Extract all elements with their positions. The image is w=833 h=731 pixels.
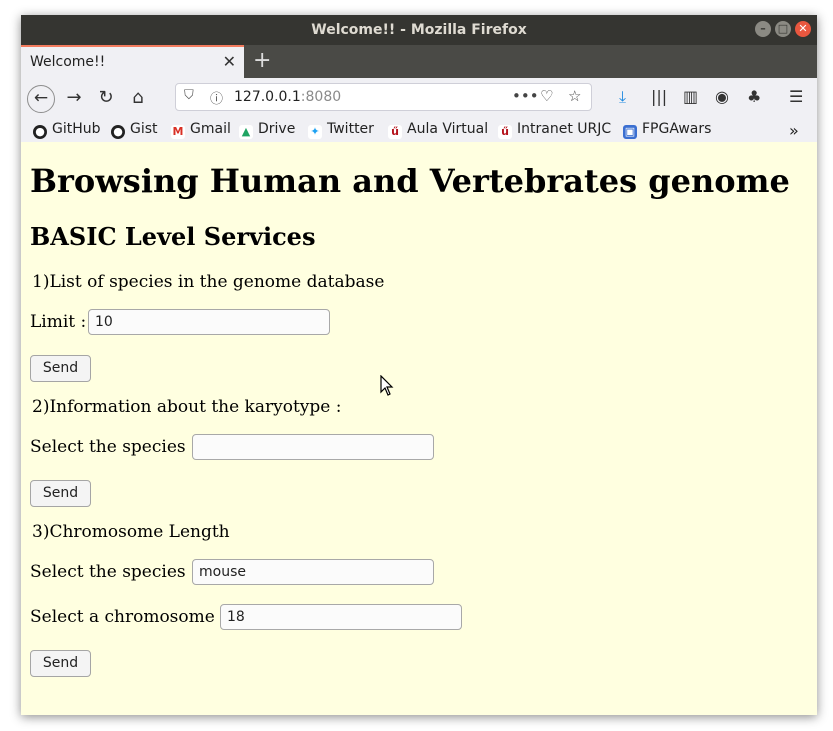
close-window-button[interactable]: ✕ xyxy=(795,21,811,37)
bookmark-drive[interactable]: ▲ Drive xyxy=(239,121,295,139)
bookmark-gist[interactable]: ● Gist xyxy=(111,121,158,139)
github-icon: ● xyxy=(33,125,47,139)
bookmark-intranet-urjc[interactable]: ű Intranet URJC xyxy=(498,121,611,139)
drive-icon: ▲ xyxy=(239,125,253,139)
limit-input[interactable]: 10 xyxy=(88,309,330,335)
tab-welcome[interactable]: Welcome!! ✕ xyxy=(21,45,244,78)
bookmark-twitter[interactable]: ✦ Twitter xyxy=(308,121,374,139)
library-icon[interactable]: ||| xyxy=(651,87,667,106)
pocket-icon[interactable]: ♡ xyxy=(540,87,553,105)
url-bar[interactable]: ⛉ ⓘ 127.0.0.1:8080 ••• ♡ ☆ xyxy=(175,83,592,111)
page-content: Browsing Human and Vertebrates genome BA… xyxy=(21,142,817,715)
chromosome-species-label: Select the species : xyxy=(30,562,197,582)
url-text[interactable]: 127.0.0.1:8080 xyxy=(234,89,341,105)
maximize-button[interactable]: □ xyxy=(775,21,791,37)
chromosome-input[interactable]: 18 xyxy=(220,604,462,630)
section3-heading: 3)Chromosome Length xyxy=(32,522,230,542)
forward-button[interactable]: → xyxy=(61,85,87,111)
limit-label: Limit : xyxy=(30,312,87,332)
twitter-icon: ✦ xyxy=(308,125,322,139)
gnome-extension-icon[interactable]: ♣ xyxy=(747,87,761,106)
window-title: Welcome!! - Mozilla Firefox xyxy=(311,22,527,38)
minimize-button[interactable]: – xyxy=(755,21,771,37)
sidebar-icon[interactable]: ▥ xyxy=(683,87,698,106)
account-icon[interactable]: ◉ xyxy=(715,87,729,106)
title-bar: Welcome!! - Mozilla Firefox – □ ✕ xyxy=(21,15,817,45)
send-button-karyotype[interactable]: Send xyxy=(30,480,91,507)
urjc-icon: ű xyxy=(388,125,402,139)
home-button[interactable]: ⌂ xyxy=(125,85,151,111)
gmail-icon: M xyxy=(171,125,185,139)
page-title: Browsing Human and Vertebrates genome xyxy=(30,162,790,200)
karyotype-species-label: Select the species : xyxy=(30,437,197,457)
chromosome-label: Select a chromosome : xyxy=(30,607,226,627)
close-tab-icon[interactable]: ✕ xyxy=(223,52,236,71)
page-subtitle: BASIC Level Services xyxy=(30,222,316,251)
chromosome-species-input[interactable]: mouse xyxy=(192,559,434,585)
menu-icon[interactable]: ☰ xyxy=(789,87,803,106)
github-icon: ● xyxy=(111,125,125,139)
bookmark-aula-virtual[interactable]: ű Aula Virtual xyxy=(388,121,488,139)
site-info-icon[interactable]: ⓘ xyxy=(210,88,223,107)
mouse-cursor-icon xyxy=(380,375,394,396)
downloads-icon[interactable]: ⤓ xyxy=(619,87,626,107)
bookmark-fpgawars[interactable]: ▣ FPGAwars xyxy=(623,121,711,139)
tracking-shield-icon[interactable]: ⛉ xyxy=(184,88,194,103)
tab-title: Welcome!! xyxy=(30,54,106,70)
bookmark-star-icon[interactable]: ☆ xyxy=(568,87,581,105)
bookmarks-toolbar: ● GitHub ● Gist M Gmail ▲ Drive ✦ Twitter ű Au… xyxy=(21,118,817,143)
reload-button[interactable]: ↻ xyxy=(93,85,119,111)
urjc-icon: ű xyxy=(498,125,512,139)
tab-strip: Welcome!! ✕ + xyxy=(21,45,817,78)
fpgawars-icon: ▣ xyxy=(623,125,637,139)
navigation-toolbar: ← → ↻ ⌂ ⛉ ⓘ 127.0.0.1:8080 ••• ♡ ☆ ⤓ |||… xyxy=(21,78,817,118)
section1-heading: 1)List of species in the genome database xyxy=(32,272,385,292)
back-button[interactable]: ← xyxy=(27,85,55,113)
new-tab-button[interactable]: + xyxy=(253,48,271,73)
bookmark-github[interactable]: ● GitHub xyxy=(33,121,101,139)
section2-heading: 2)Information about the karyotype : xyxy=(32,397,342,417)
more-bookmarks-icon[interactable]: » xyxy=(789,121,799,140)
karyotype-species-input[interactable] xyxy=(192,434,434,460)
send-button-species-list[interactable]: Send xyxy=(30,355,91,382)
browser-window: Welcome!! - Mozilla Firefox – □ ✕ Welcom… xyxy=(21,15,817,715)
bookmark-gmail[interactable]: M Gmail xyxy=(171,121,231,139)
page-actions-icon[interactable]: ••• xyxy=(512,87,539,105)
send-button-chromosome-length[interactable]: Send xyxy=(30,650,91,677)
